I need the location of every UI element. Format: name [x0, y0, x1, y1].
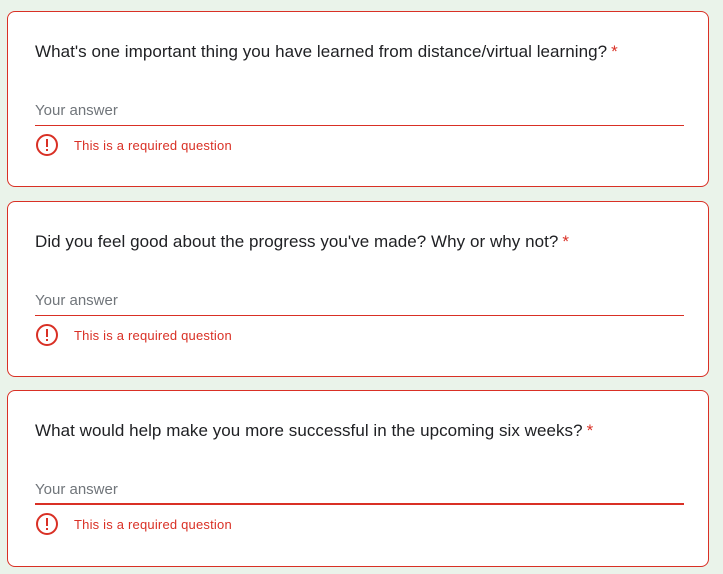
- answer-input[interactable]: [35, 475, 684, 505]
- answer-input[interactable]: [35, 286, 684, 316]
- question-text: Did you feel good about the progress you…: [35, 232, 559, 251]
- question-card-1: What's one important thing you have lear…: [7, 11, 709, 187]
- error-message: This is a required question: [35, 322, 232, 348]
- question-text: What would help make you more successful…: [35, 421, 583, 440]
- question-title: Did you feel good about the progress you…: [35, 232, 569, 252]
- required-asterisk: *: [611, 42, 618, 61]
- question-title: What would help make you more successful…: [35, 421, 593, 441]
- question-text: What's one important thing you have lear…: [35, 42, 608, 61]
- error-message: This is a required question: [35, 132, 232, 158]
- required-asterisk: *: [562, 232, 570, 251]
- error-text: This is a required question: [74, 327, 232, 343]
- required-asterisk: *: [586, 421, 594, 440]
- error-icon: [36, 324, 58, 346]
- question-card-2: Did you feel good about the progress you…: [7, 201, 709, 377]
- error-icon: [36, 134, 58, 156]
- error-icon: [36, 513, 58, 535]
- answer-input[interactable]: [35, 96, 684, 126]
- error-message: This is a required question: [35, 511, 232, 537]
- question-title: What's one important thing you have lear…: [35, 42, 618, 62]
- error-text: This is a required question: [74, 516, 232, 532]
- error-text: This is a required question: [74, 137, 232, 153]
- question-card-3: What would help make you more successful…: [7, 390, 709, 567]
